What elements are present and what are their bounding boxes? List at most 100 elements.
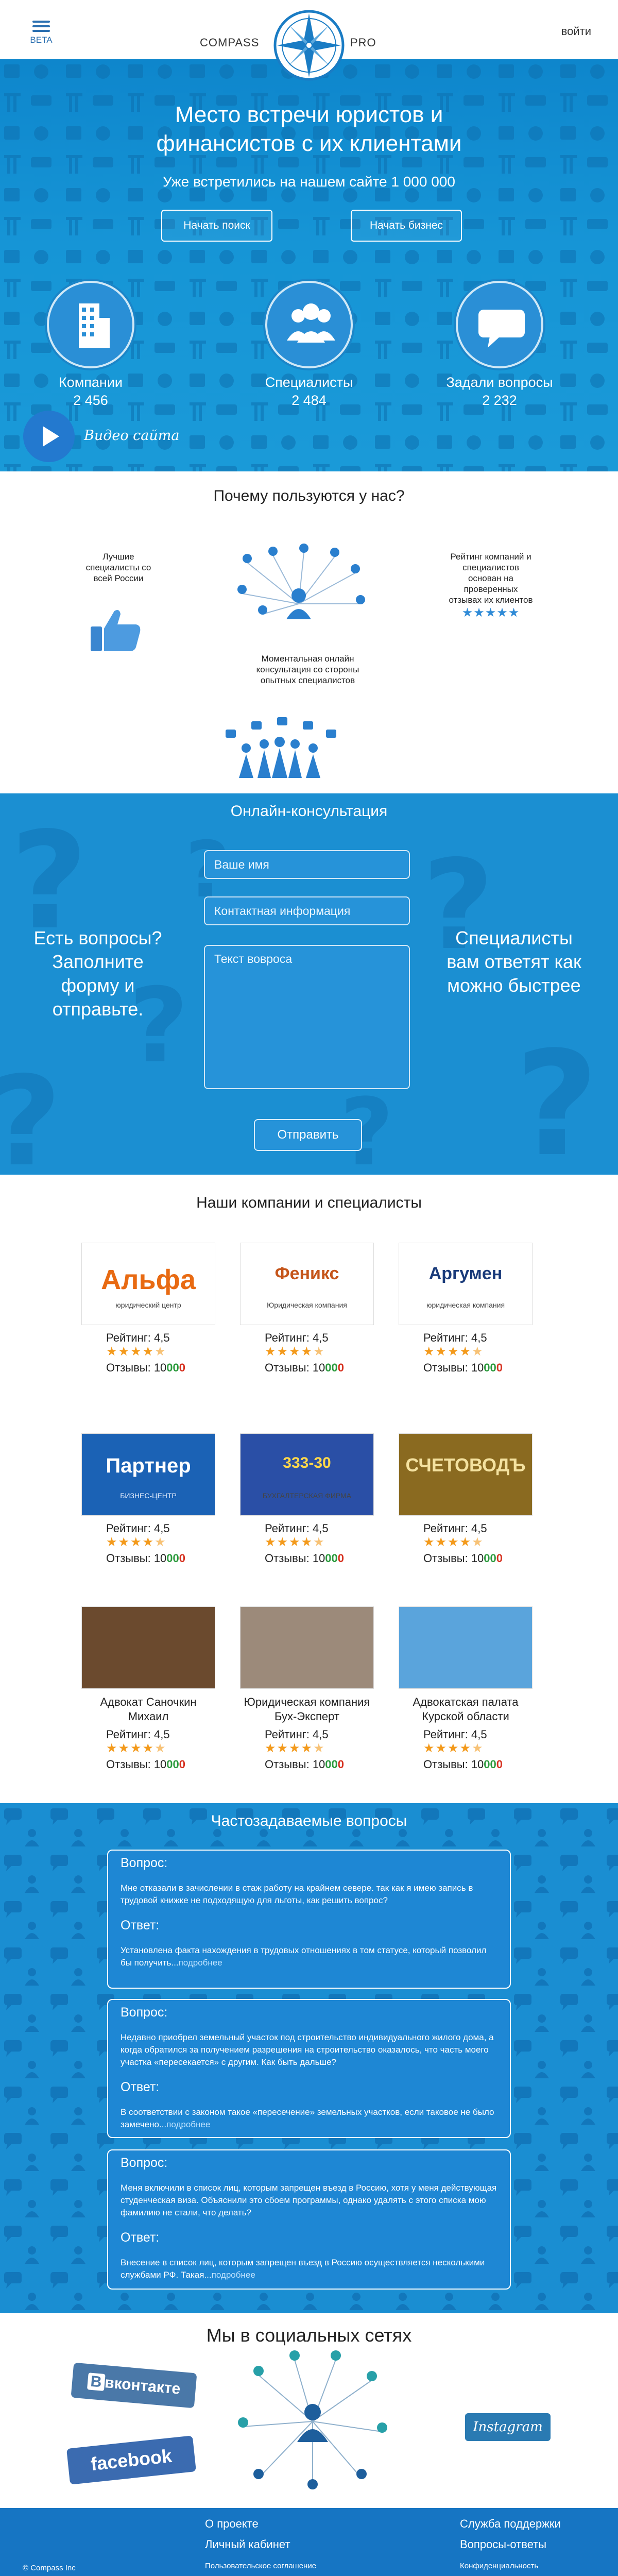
company-logo[interactable]: 333-30 БУХГАЛТЕРСКАЯ ФИРМА [240, 1433, 374, 1516]
reviews-label: Отзывы: 10 [423, 1361, 484, 1374]
menu-button[interactable]: BETA [30, 21, 53, 52]
rating-stars-icon: ★★★★★ [106, 1345, 167, 1359]
social-title: Мы в социальных сетях [206, 2325, 412, 2346]
footer-cabinet-link[interactable]: Личный кабинет [205, 2538, 290, 2551]
company-logo-subtext: БИЗНЕС-ЦЕНТР [120, 1492, 177, 1500]
company-name[interactable]: Адвокат Саночкин Михаил [81, 1695, 215, 1724]
rating-stars-icon: ★★★★★ [106, 1741, 167, 1755]
stat-companies[interactable]: Компании 2 456 [24, 281, 158, 409]
company-logo-text: Феникс [274, 1264, 339, 1283]
company-reviews[interactable]: Отзывы: 10000 [106, 1361, 215, 1375]
reviews-negative: 0 [179, 1758, 186, 1771]
reviews-label: Отзывы: 10 [423, 1758, 484, 1771]
start-business-button[interactable]: Начать бизнес [351, 210, 462, 242]
company-reviews[interactable]: Отзывы: 10000 [106, 1552, 215, 1565]
reviews-positive: 00 [484, 1758, 496, 1771]
company-rating: Рейтинг: 4,5 [265, 1331, 329, 1344]
reviews-positive: 00 [166, 1758, 179, 1771]
why-item-best: Лучшие специалисты со всей России [85, 552, 151, 583]
name-input[interactable] [204, 850, 410, 879]
faq-question-heading: Вопрос: [121, 1856, 168, 1870]
company-reviews[interactable]: Отзывы: 10000 [265, 1552, 374, 1565]
footer-support-link[interactable]: Служба поддержки [460, 2517, 561, 2531]
rating-stars-icon: ★★★★★ [106, 1535, 167, 1549]
send-button[interactable]: Отправить [254, 1119, 362, 1151]
compass-logo-icon[interactable] [273, 9, 345, 81]
company-logo[interactable]: Альфа юридический центр [81, 1243, 215, 1325]
faq-question-heading: Вопрос: [121, 2156, 168, 2170]
faq-question-text: Недавно приобрел земельный участок под с… [121, 2032, 494, 2067]
stat-specialists[interactable]: Специалисты 2 484 [242, 281, 376, 409]
company-reviews[interactable]: Отзывы: 10000 [106, 1758, 215, 1771]
footer-about-link[interactable]: О проекте [205, 2517, 259, 2531]
reviews-negative: 0 [337, 1361, 345, 1374]
company-logo-text: Аргумен [428, 1264, 503, 1283]
login-link[interactable]: войти [561, 25, 591, 38]
company-name[interactable]: Адвокатская палата Курской области [399, 1695, 533, 1724]
company-card[interactable]: Юридическая компания Бух-Эксперт Рейтинг… [240, 1606, 374, 1771]
facebook-button[interactable]: facebook [66, 2435, 196, 2485]
company-card[interactable]: Феникс Юридическая компания Рейтинг: 4,5… [240, 1243, 374, 1375]
company-name[interactable]: Юридическая компания Бух-Эксперт [240, 1695, 374, 1724]
company-card[interactable]: Адвокатская палата Курской области Рейти… [399, 1606, 533, 1771]
stat-label: Специалисты [265, 375, 353, 390]
faq-answer-heading: Ответ: [121, 2080, 160, 2094]
company-logo[interactable]: СЧЕТОВОДЪ [399, 1433, 533, 1516]
faq-answer-text: Внесение в список лиц, которым запрещен … [121, 2258, 485, 2280]
reviews-positive: 00 [484, 1552, 496, 1565]
instagram-button[interactable]: Instagram [465, 2413, 551, 2441]
faq-question-text: Меня включили в список лиц, которым запр… [121, 2183, 497, 2217]
faq-more-link[interactable]: подробнее [179, 1958, 222, 1968]
company-reviews[interactable]: Отзывы: 10000 [265, 1758, 374, 1771]
company-card[interactable]: СЧЕТОВОДЪ Рейтинг: 4,5 ★★★★★ Отзывы: 100… [399, 1433, 533, 1565]
company-logo[interactable] [399, 1606, 533, 1689]
brand-name-right: PRO [350, 36, 376, 49]
network-people-icon [237, 544, 365, 619]
brand-name-left: COMPASS [200, 36, 260, 49]
company-rating: Рейтинг: 4,5 [423, 1728, 487, 1741]
company-reviews[interactable]: Отзывы: 10000 [423, 1552, 533, 1565]
faq-answer-text: Установлена факта нахождения в трудовых … [121, 1945, 487, 1968]
company-card[interactable]: Партнер БИЗНЕС-ЦЕНТР Рейтинг: 4,5 ★★★★★ … [81, 1433, 215, 1565]
company-logo[interactable]: Партнер БИЗНЕС-ЦЕНТР [81, 1433, 215, 1516]
company-logo[interactable]: Феникс Юридическая компания [240, 1243, 374, 1325]
thumbs-up-icon [91, 610, 141, 651]
hero-section: Место встречи юристов и финансистов с их… [0, 59, 618, 471]
beta-badge: BETA [30, 35, 53, 45]
contact-input[interactable] [204, 896, 410, 925]
footer-agreement-link[interactable]: Пользовательское соглашение [205, 2562, 316, 2570]
company-logo[interactable]: Аргумен юридическая компания [399, 1243, 533, 1325]
company-reviews[interactable]: Отзывы: 10000 [423, 1758, 533, 1771]
company-rating: Рейтинг: 4,5 [106, 1728, 170, 1741]
reviews-label: Отзывы: 10 [423, 1552, 484, 1565]
footer-qa-link[interactable]: Вопросы-ответы [460, 2538, 546, 2551]
company-card[interactable]: Альфа юридический центр Рейтинг: 4,5 ★★★… [81, 1243, 215, 1375]
faq-more-link[interactable]: подробнее [166, 2120, 210, 2129]
consult-right-text: Специалисты вам ответят как можно быстре… [447, 927, 581, 996]
company-logo-subtext: БУХГАЛТЕРСКАЯ ФИРМА [262, 1492, 352, 1500]
hero-title: Место встречи юристов и финансистов с их… [0, 100, 618, 158]
companies-title: Наши компании и специалисты [196, 1194, 422, 1211]
question-textarea[interactable] [204, 945, 410, 1089]
hero-title-line1: Место встречи юристов и [175, 102, 443, 127]
faq-card: Вопрос: Меня включили в список лиц, кото… [107, 2149, 511, 2290]
company-card[interactable]: 333-30 БУХГАЛТЕРСКАЯ ФИРМА Рейтинг: 4,5 … [240, 1433, 374, 1565]
start-search-button[interactable]: Начать поиск [161, 210, 272, 242]
company-card[interactable]: Аргумен юридическая компания Рейтинг: 4,… [399, 1243, 533, 1375]
company-logo[interactable] [240, 1606, 374, 1689]
company-card[interactable]: Адвокат Саночкин Михаил Рейтинг: 4,5 ★★★… [81, 1606, 215, 1771]
hamburger-icon [30, 21, 53, 32]
company-logo[interactable] [81, 1606, 215, 1689]
stat-questions[interactable]: Задали вопросы 2 232 [433, 281, 566, 409]
reviews-positive: 00 [484, 1361, 496, 1374]
reviews-label: Отзывы: 10 [106, 1552, 167, 1565]
footer-privacy-link[interactable]: Конфиденциальность [460, 2562, 538, 2570]
company-reviews[interactable]: Отзывы: 10000 [265, 1361, 374, 1375]
consultation-title: Онлайн-консультация [230, 803, 388, 820]
people-icon [265, 281, 353, 368]
reviews-negative: 0 [179, 1361, 186, 1374]
company-rating: Рейтинг: 4,5 [265, 1728, 329, 1741]
vk-button[interactable]: Ввконтакте [71, 2362, 197, 2409]
company-reviews[interactable]: Отзывы: 10000 [423, 1361, 533, 1375]
faq-more-link[interactable]: подробнее [212, 2270, 255, 2280]
